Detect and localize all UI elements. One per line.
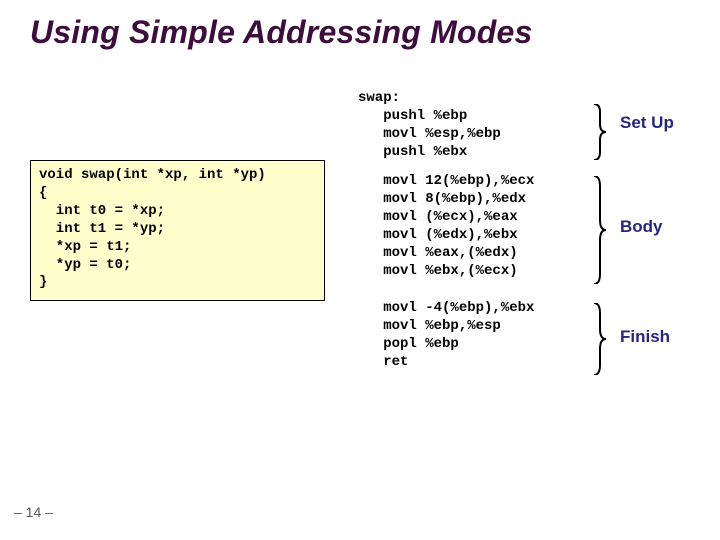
asm-finish: movl -4(%ebp),%ebx movl %ebp,%esp popl %… — [358, 300, 534, 372]
asm-setup: swap: pushl %ebp movl %esp,%ebp pushl %e… — [358, 90, 501, 162]
brace-icon — [592, 176, 608, 284]
label-finish: Finish — [620, 327, 670, 347]
brace-icon — [592, 104, 608, 160]
slide-number: – 14 – — [14, 504, 53, 520]
slide: Using Simple Addressing Modes void swap(… — [0, 0, 720, 540]
c-code: void swap(int *xp, int *yp) { int t0 = *… — [39, 167, 316, 292]
brace-icon — [592, 303, 608, 375]
label-setup: Set Up — [620, 113, 674, 133]
label-body: Body — [620, 217, 663, 237]
c-code-box: void swap(int *xp, int *yp) { int t0 = *… — [30, 160, 325, 301]
asm-body: movl 12(%ebp),%ecx movl 8(%ebp),%edx mov… — [358, 173, 534, 280]
page-title: Using Simple Addressing Modes — [30, 14, 532, 51]
